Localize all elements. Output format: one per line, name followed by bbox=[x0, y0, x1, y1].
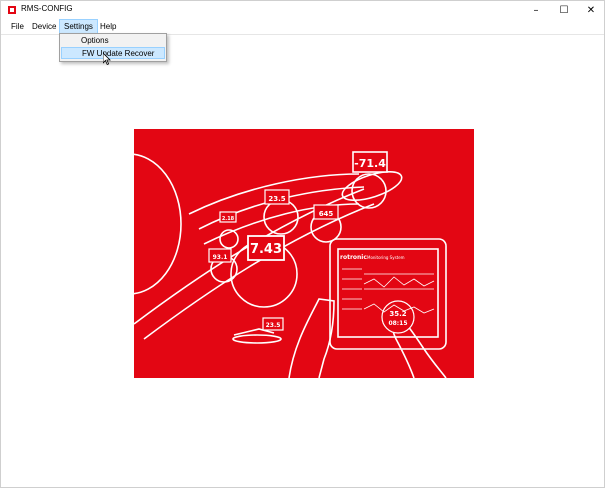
menu-option-label: FW Update Recover bbox=[82, 49, 155, 58]
product-banner: -71.4 23.5 645 2.18 7.43 93.1 23.5 35.2 … bbox=[134, 129, 474, 378]
menu-option-options[interactable]: Options bbox=[61, 35, 165, 47]
maximize-button[interactable]: ☐ bbox=[550, 1, 578, 19]
menu-settings[interactable]: Settings bbox=[59, 19, 98, 34]
readout-3: 645 bbox=[319, 210, 334, 218]
menu-device[interactable]: Device bbox=[28, 20, 60, 33]
product-name: Monitoring System bbox=[367, 255, 405, 260]
readout-6: 93.1 bbox=[213, 254, 228, 261]
close-button[interactable]: ✕ bbox=[577, 1, 605, 19]
settings-dropdown: Options FW Update Recover bbox=[59, 33, 167, 62]
tablet-value: 35.2 bbox=[389, 310, 406, 318]
app-window: RMS-CONFIG – ☐ ✕ File Device Settings He… bbox=[0, 0, 605, 488]
readout-2: 23.5 bbox=[268, 195, 285, 203]
menu-help[interactable]: Help bbox=[96, 20, 120, 33]
readout-7: 23.5 bbox=[266, 322, 281, 329]
brand-logo: rotronic bbox=[340, 254, 367, 261]
tablet-time: 08:15 bbox=[388, 320, 407, 327]
close-icon: ✕ bbox=[586, 4, 596, 16]
readout-1: -71.4 bbox=[354, 157, 386, 170]
planet-shape bbox=[134, 153, 182, 295]
window-title: RMS-CONFIG bbox=[21, 4, 73, 13]
menu-file[interactable]: File bbox=[7, 20, 28, 33]
banner-illustration: -71.4 23.5 645 2.18 7.43 93.1 23.5 35.2 … bbox=[134, 151, 447, 378]
minimize-icon: – bbox=[533, 4, 539, 16]
mouse-pointer-icon bbox=[103, 53, 111, 65]
menu-option-fw-update-recover[interactable]: FW Update Recover bbox=[61, 47, 165, 59]
readout-5: 7.43 bbox=[250, 242, 282, 257]
readout-4: 2.18 bbox=[222, 216, 235, 222]
maximize-icon: ☐ bbox=[559, 4, 569, 16]
menu-option-label: Options bbox=[81, 36, 109, 45]
title-bar: RMS-CONFIG – ☐ ✕ bbox=[1, 1, 604, 19]
app-icon bbox=[8, 6, 16, 14]
minimize-button[interactable]: – bbox=[522, 1, 550, 19]
